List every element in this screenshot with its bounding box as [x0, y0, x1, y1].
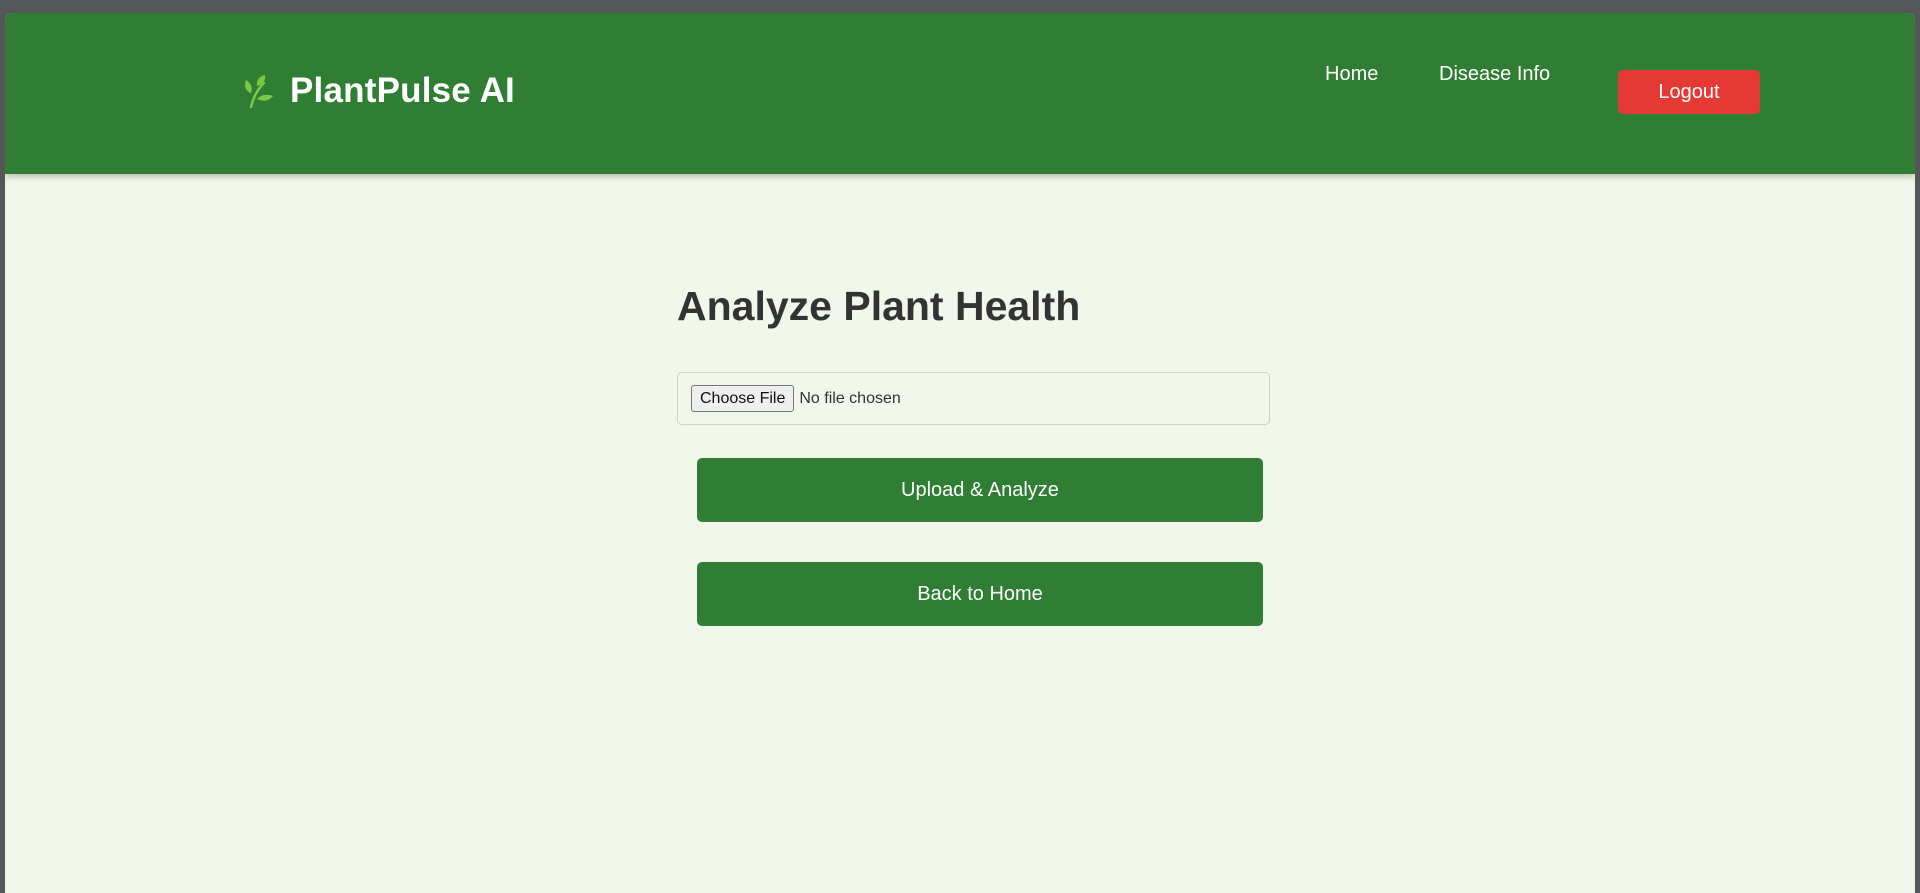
brand-name: PlantPulse AI: [290, 71, 515, 110]
nav-home-link[interactable]: Home: [1325, 63, 1378, 86]
file-status-text: No file chosen: [799, 389, 901, 407]
page-title: Analyze Plant Health: [677, 283, 1081, 329]
navbar: PlantPulse AI Home Disease Info Logout: [5, 13, 1915, 174]
back-to-home-button[interactable]: Back to Home: [697, 562, 1263, 626]
browser-viewport: PlantPulse AI Home Disease Info Logout A…: [5, 13, 1915, 893]
logout-button[interactable]: Logout: [1618, 70, 1760, 114]
nav-disease-info-link[interactable]: Disease Info: [1439, 63, 1550, 86]
brand[interactable]: PlantPulse AI: [242, 71, 515, 111]
leaf-icon: [242, 73, 276, 109]
choose-file-button[interactable]: Choose File: [691, 385, 795, 412]
file-input[interactable]: Choose File No file chosen: [677, 372, 1270, 425]
upload-analyze-button[interactable]: Upload & Analyze: [697, 458, 1263, 522]
